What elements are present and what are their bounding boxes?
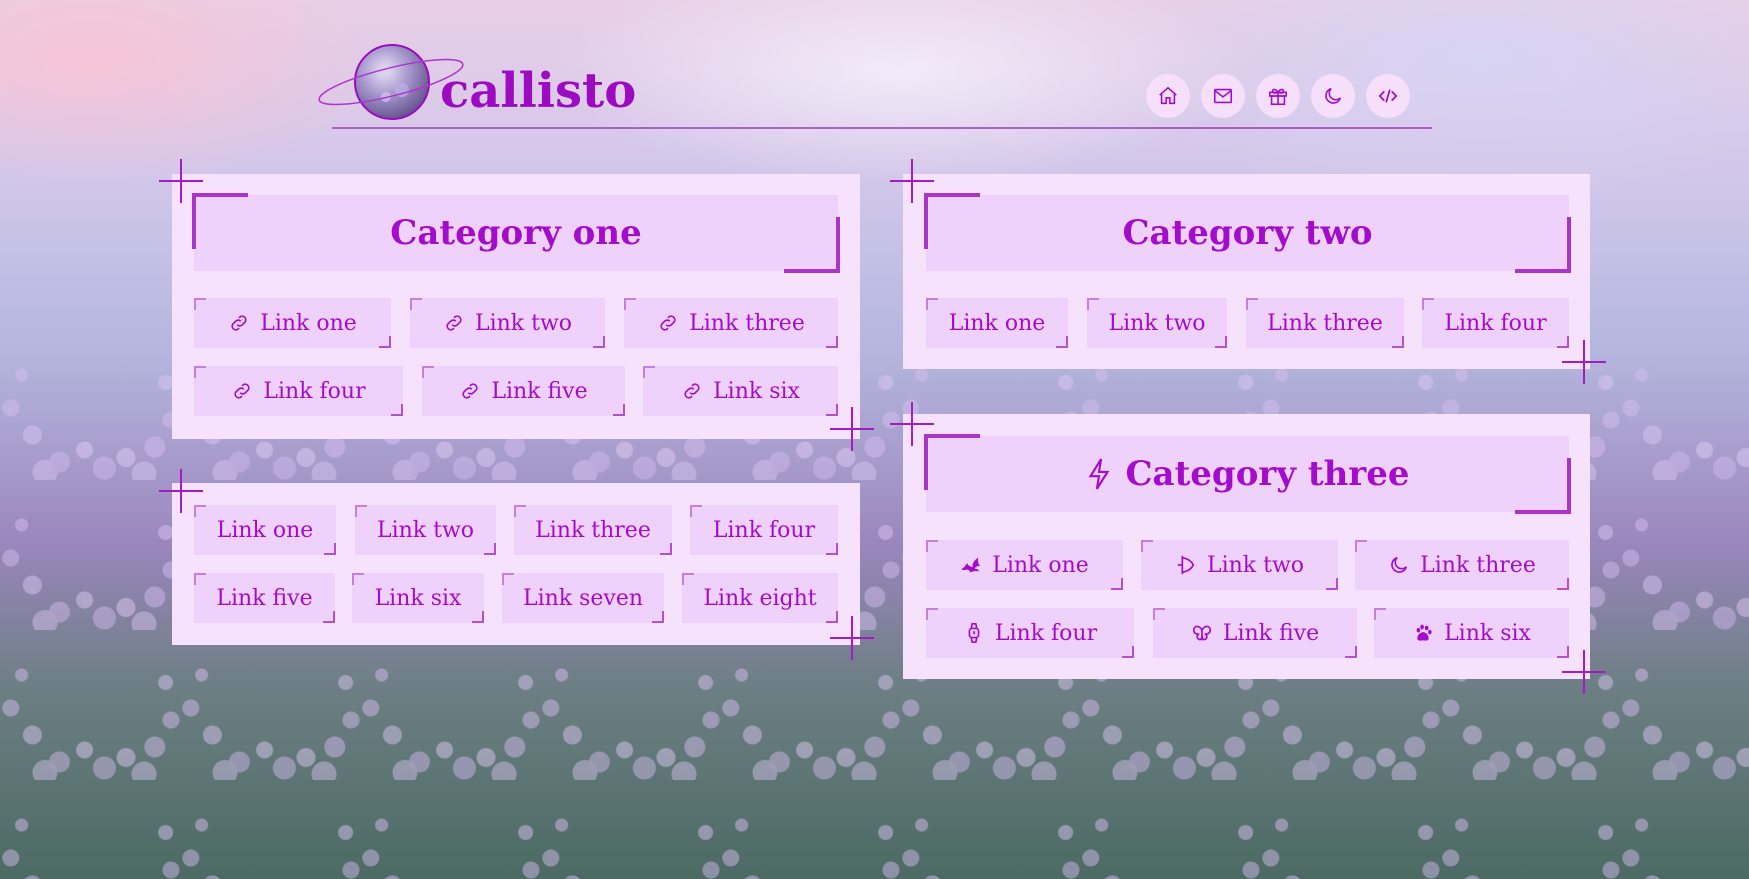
link-label: Link four xyxy=(994,620,1098,646)
nav-gift-button[interactable] xyxy=(1256,74,1300,118)
category-three-heading: Category three xyxy=(924,434,1571,514)
category-one-title: Category one xyxy=(390,213,642,253)
link-item[interactable]: Link three xyxy=(1246,298,1404,348)
header-divider xyxy=(332,127,1432,129)
link-label: Link three xyxy=(535,517,651,543)
link-label: Link six xyxy=(1444,620,1531,646)
link-icon xyxy=(459,380,481,402)
link-item[interactable]: Link three xyxy=(514,505,672,555)
link-item[interactable]: Link three xyxy=(1355,540,1569,590)
link-item[interactable]: Link three xyxy=(624,298,838,348)
link-item[interactable]: Link one xyxy=(194,505,336,555)
link-label: Link two xyxy=(376,517,475,543)
category-two-heading: Category two xyxy=(924,193,1571,273)
category-one-heading: Category one xyxy=(192,193,840,273)
watch-icon xyxy=(963,622,985,644)
link-label: Link one xyxy=(260,310,357,336)
mail-icon xyxy=(1213,88,1233,104)
link-label: Link five xyxy=(491,378,588,404)
home-icon xyxy=(1159,86,1177,105)
link-item[interactable]: Link five xyxy=(194,573,335,623)
link-item[interactable]: Link six xyxy=(1374,608,1569,658)
link-label: Link six xyxy=(374,585,462,611)
link-label: Link three xyxy=(1420,552,1536,578)
link-label: Link eight xyxy=(703,585,817,611)
moon-icon xyxy=(1388,554,1410,576)
link-item[interactable]: Link two xyxy=(1141,540,1338,590)
link-item[interactable]: Link six xyxy=(352,573,484,623)
link-label: Link four xyxy=(263,378,366,404)
link-icon xyxy=(443,312,465,334)
link-item[interactable]: Link eight xyxy=(682,573,838,623)
link-label: Link three xyxy=(689,310,805,336)
link-label: Link one xyxy=(948,310,1046,336)
nav-mail-button[interactable] xyxy=(1201,74,1245,118)
paw-icon xyxy=(1412,622,1434,644)
link-label: Link one xyxy=(992,552,1089,578)
link-item[interactable]: Link four xyxy=(690,505,838,555)
link-label: Link two xyxy=(1108,310,1206,336)
link-item[interactable]: Link two xyxy=(1087,298,1227,348)
code-icon xyxy=(1378,89,1398,103)
link-item[interactable]: Link seven xyxy=(502,573,664,623)
nav-theme-button[interactable] xyxy=(1311,74,1355,118)
link-item[interactable]: Link four xyxy=(194,366,403,416)
link-item[interactable]: Link five xyxy=(1153,608,1357,658)
link-label: Link five xyxy=(216,585,313,611)
moon-icon xyxy=(1325,87,1342,104)
link-item[interactable]: Link one xyxy=(926,540,1123,590)
dragon-icon xyxy=(960,554,982,576)
link-label: Link six xyxy=(713,378,800,404)
link-item[interactable]: Link four xyxy=(926,608,1134,658)
link-item[interactable]: Link two xyxy=(355,505,496,555)
gift-icon xyxy=(1268,88,1288,106)
link-label: Link one xyxy=(216,517,314,543)
link-icon xyxy=(657,312,679,334)
link-item[interactable]: Link five xyxy=(422,366,625,416)
plane-icon xyxy=(1175,554,1197,576)
butterfly-icon xyxy=(1191,622,1213,644)
link-item[interactable]: Link two xyxy=(410,298,605,348)
link-icon xyxy=(681,380,703,402)
site-title: callisto xyxy=(440,63,637,119)
link-label: Link two xyxy=(1206,552,1305,578)
nav-home-button[interactable] xyxy=(1146,74,1190,118)
link-item[interactable]: Link six xyxy=(643,366,838,416)
link-label: Link four xyxy=(1444,310,1547,336)
category-two-title: Category two xyxy=(1122,213,1373,253)
link-item[interactable]: Link one xyxy=(926,298,1068,348)
link-icon xyxy=(231,380,253,402)
link-label: Link four xyxy=(712,517,816,543)
link-label: Link three xyxy=(1267,310,1383,336)
link-label: Link five xyxy=(1222,620,1320,646)
link-label: Link two xyxy=(474,310,573,336)
nav-code-button[interactable] xyxy=(1366,74,1410,118)
lightning-icon xyxy=(1088,458,1109,490)
link-icon xyxy=(228,312,250,334)
link-item[interactable]: Link one xyxy=(194,298,391,348)
link-item[interactable]: Link four xyxy=(1422,298,1569,348)
link-label: Link seven xyxy=(522,585,644,611)
category-three-title: Category three xyxy=(1125,454,1410,494)
